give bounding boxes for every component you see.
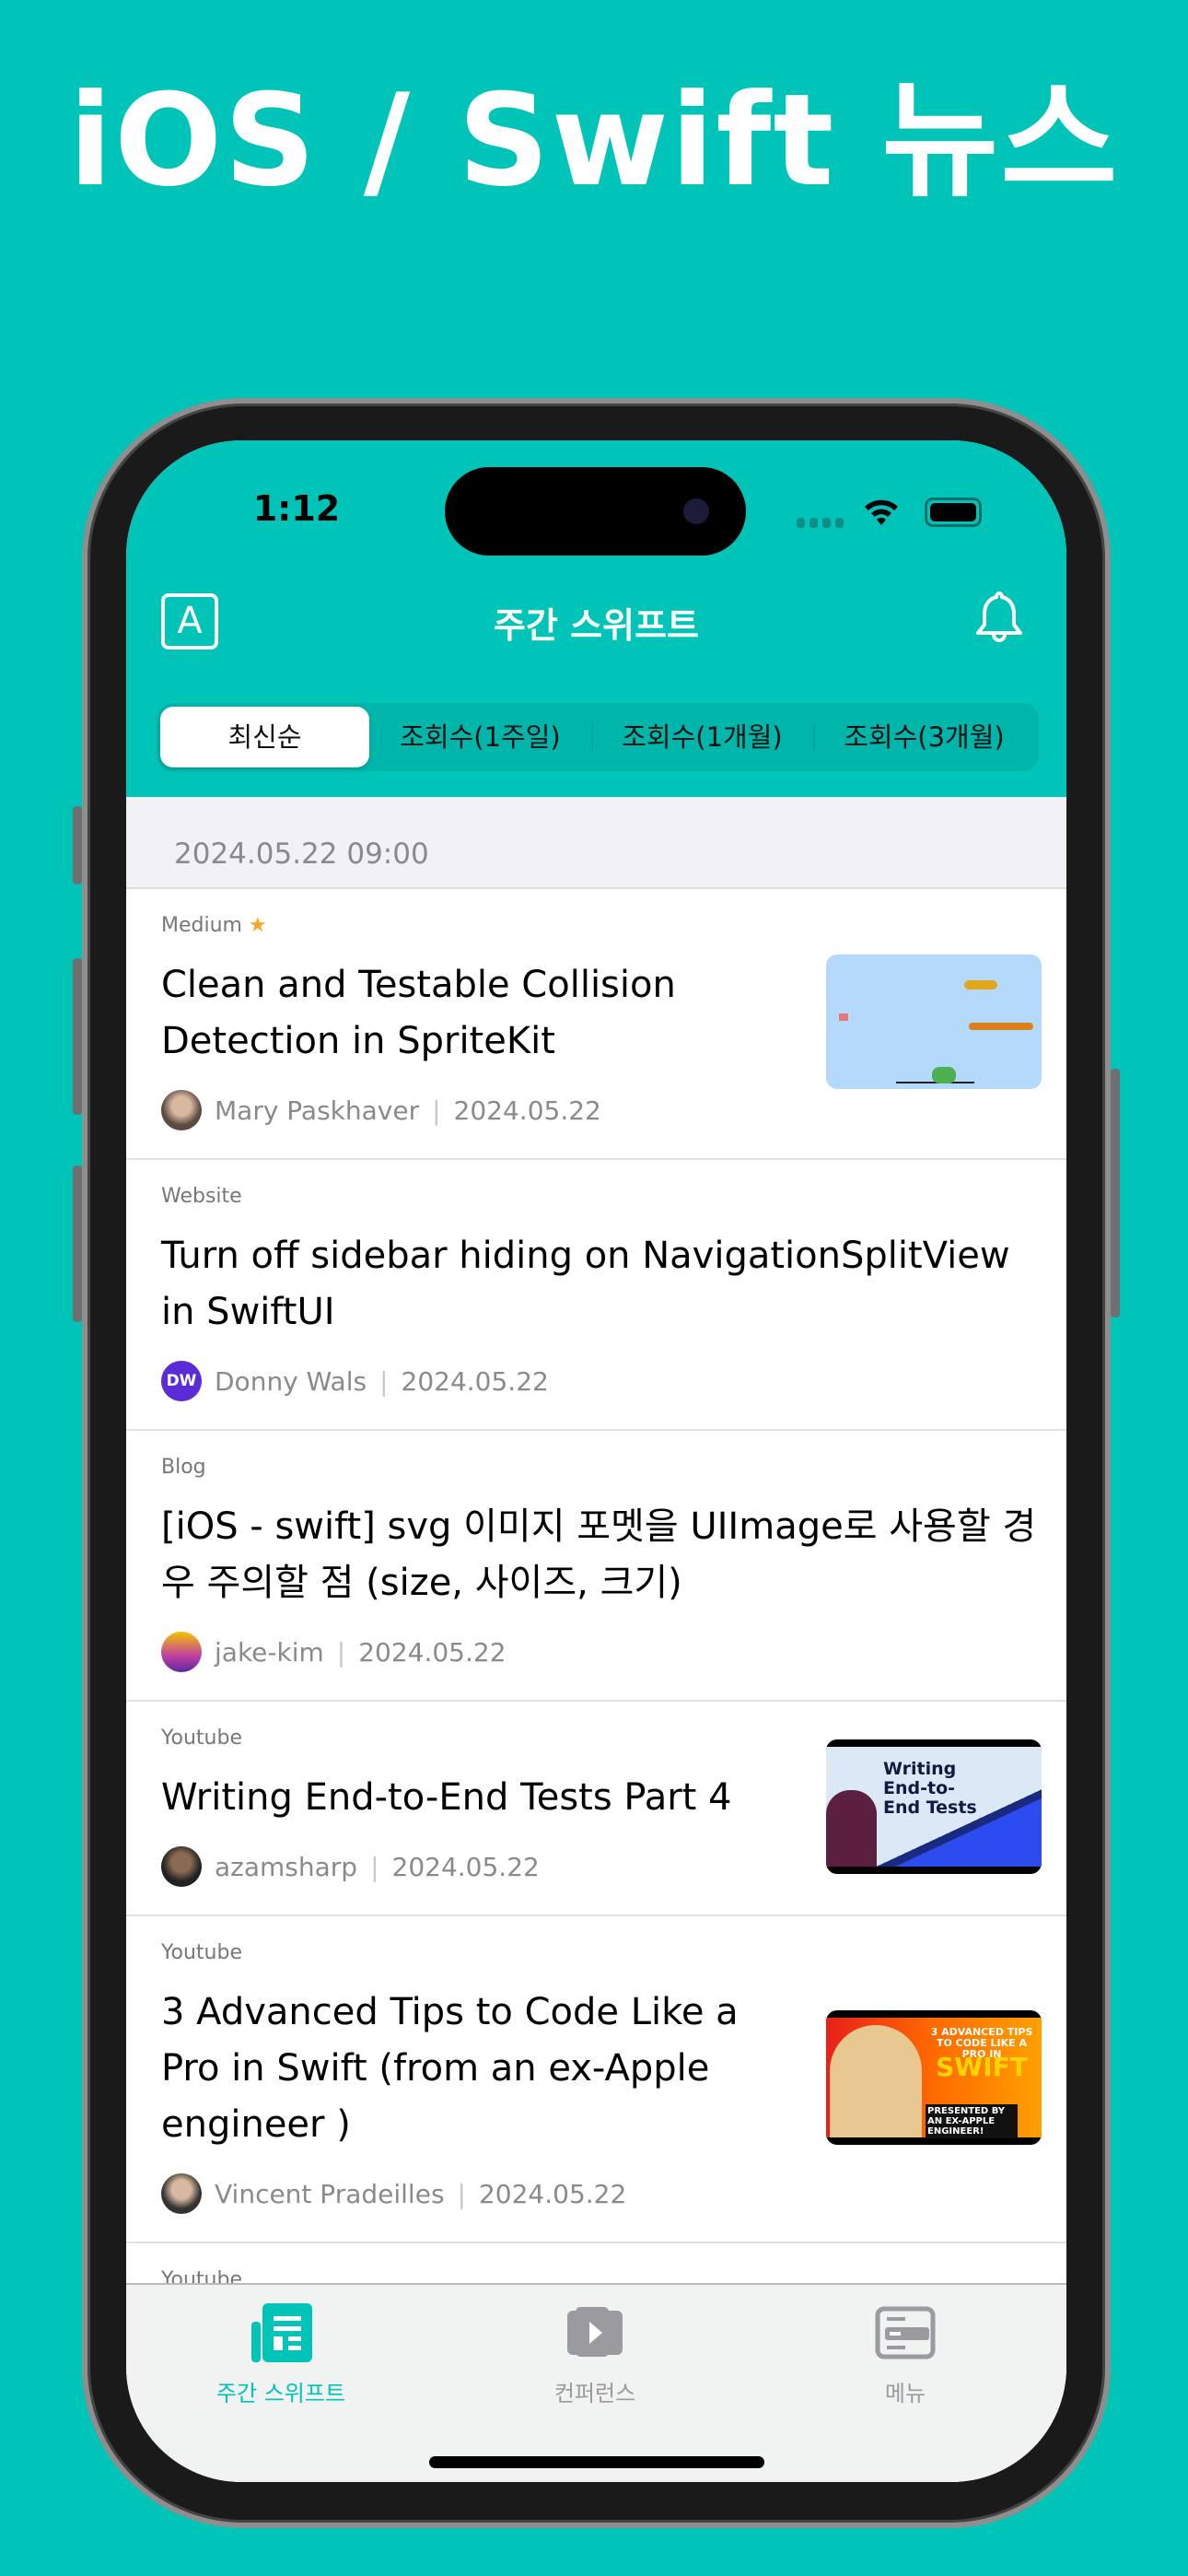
star-icon: ★ xyxy=(248,914,267,937)
nav-title: 주간 스위프트 xyxy=(494,605,699,646)
article-title: [iOS - swift] svg 이미지 포멧을 UIImage로 사용할 경… xyxy=(161,1505,1037,1604)
tab-conference[interactable]: 컨퍼런스 xyxy=(503,2301,687,2407)
promo-title: iOS / Swift 뉴스 xyxy=(68,66,1120,215)
home-indicator[interactable] xyxy=(429,2456,764,2468)
list-item[interactable]: Youtube 3 Advanced Tips to Code Like a P… xyxy=(126,1916,1066,2243)
menu-card-icon xyxy=(875,2306,936,2359)
date-section-header: 2024.05.22 09:00 xyxy=(126,797,1066,889)
list-item[interactable]: Website Turn off sidebar hiding on Navig… xyxy=(126,1160,1066,1431)
publish-date: 2024.05.22 xyxy=(453,1095,601,1126)
source-label: Youtube xyxy=(161,1941,242,1964)
segment-latest[interactable]: 최신순 xyxy=(160,707,369,767)
publish-date: 2024.05.22 xyxy=(401,1365,549,1397)
wifi-icon xyxy=(865,499,898,525)
tab-weekly-swift[interactable]: 주간 스위프트 xyxy=(189,2301,373,2407)
video-thumbnail: 3 ADVANCED TIPS TO CODE LIKE A PRO IN SW… xyxy=(826,2009,1042,2145)
app-screen: 1:12 A 주간 스위프트 최신순 조회수(1주일) 조회수(1개월) 조회수… xyxy=(126,440,1066,2482)
newspaper-icon xyxy=(251,2303,312,2362)
source-label: Youtube xyxy=(161,1727,242,1750)
video-thumbnail: Writing End-to-End Tests xyxy=(826,1739,1042,1874)
list-item[interactable]: Blog [iOS - swift] svg 이미지 포멧을 UIImage로 … xyxy=(126,1431,1066,1702)
source-label: Medium xyxy=(161,914,242,937)
article-thumbnail xyxy=(826,954,1042,1089)
status-time: 1:12 xyxy=(252,488,341,529)
list-item[interactable]: Medium ★ Clean and Testable Collision De… xyxy=(126,889,1066,1160)
list-item[interactable]: Youtube Writing End-to-End Tests Part 4 … xyxy=(126,1702,1066,1916)
camera-icon xyxy=(683,498,709,524)
side-button xyxy=(1111,1069,1120,1317)
segment-views-month[interactable]: 조회수(1개월) xyxy=(591,707,813,767)
publish-date: 2024.05.22 xyxy=(358,1636,507,1668)
signal-icon xyxy=(797,518,844,528)
avatar xyxy=(161,2173,202,2214)
article-title: 3 Advanced Tips to Code Like a Pro in Sw… xyxy=(161,1991,739,2146)
avatar xyxy=(161,1846,202,1887)
tab-menu[interactable]: 메뉴 xyxy=(813,2301,997,2407)
publish-date: 2024.05.22 xyxy=(478,2178,627,2209)
volume-up-button xyxy=(73,958,82,1115)
source-label: Blog xyxy=(161,1456,206,1479)
publish-date: 2024.05.22 xyxy=(391,1851,540,1882)
article-title: Clean and Testable Collision Detection i… xyxy=(161,964,676,1062)
source-label: Website xyxy=(161,1185,242,1208)
segment-views-week[interactable]: 조회수(1주일) xyxy=(369,707,591,767)
volume-down-button xyxy=(73,1165,82,1322)
news-list: 2024.05.22 09:00 Medium ★ Clean and Test… xyxy=(126,797,1066,2482)
author-name: Vincent Pradeilles xyxy=(215,2178,445,2209)
bell-icon[interactable] xyxy=(973,590,1025,647)
author-name: azamsharp xyxy=(215,1851,358,1882)
play-icon xyxy=(567,2307,623,2357)
tab-label: 컨퍼런스 xyxy=(553,2381,636,2406)
author-name: Donny Wals xyxy=(215,1365,367,1397)
author-name: Mary Paskhaver xyxy=(215,1095,420,1126)
tab-bar: 주간 스위프트 컨퍼런스 메뉴 xyxy=(126,2283,1066,2482)
tab-label: 메뉴 xyxy=(884,2381,926,2406)
article-title: Writing End-to-End Tests Part 4 xyxy=(161,1776,732,1819)
battery-icon xyxy=(925,498,982,527)
avatar xyxy=(161,1632,202,1672)
author-name: jake-kim xyxy=(215,1636,324,1668)
action-button xyxy=(73,806,82,884)
tab-label: 주간 스위프트 xyxy=(215,2381,346,2406)
article-title: Turn off sidebar hiding on NavigationSpl… xyxy=(161,1235,1010,1333)
avatar xyxy=(161,1090,202,1130)
dynamic-island xyxy=(445,467,746,556)
sort-segmented-control: 최신순 조회수(1주일) 조회수(1개월) 조회수(3개월) xyxy=(157,703,1039,771)
segment-views-3months[interactable]: 조회수(3개월) xyxy=(813,707,1035,767)
avatar: DW xyxy=(161,1361,202,1401)
